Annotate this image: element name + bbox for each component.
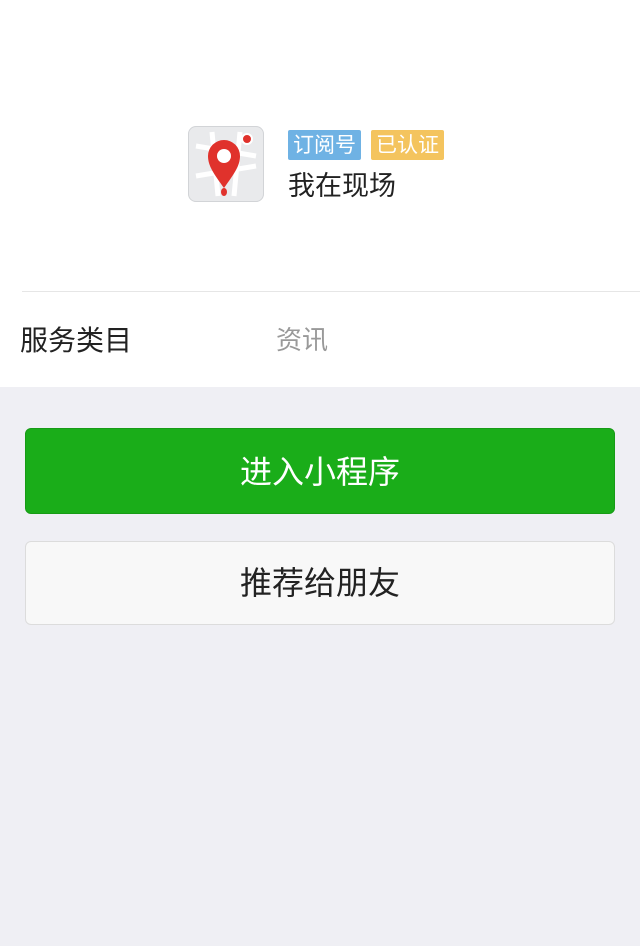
map-pin-icon bbox=[188, 126, 264, 202]
enter-mini-program-button[interactable]: 进入小程序 bbox=[25, 428, 615, 514]
service-category-label: 服务类目 bbox=[20, 324, 133, 357]
profile-card: 订阅号 已认证 我在现场 服务类目 资讯 bbox=[0, 0, 640, 387]
account-tags: 订阅号 已认证 bbox=[288, 130, 444, 160]
account-logo bbox=[188, 126, 264, 202]
mini-program-profile-page: 订阅号 已认证 我在现场 服务类目 资讯 进入小程序 推荐给朋友 bbox=[0, 0, 640, 946]
recommend-to-friend-button[interactable]: 推荐给朋友 bbox=[25, 541, 615, 625]
account-name: 我在现场 bbox=[288, 171, 396, 202]
service-category-value: 资讯 bbox=[276, 326, 329, 356]
account-header: 订阅号 已认证 我在现场 bbox=[188, 126, 488, 206]
verified-tag: 已认证 bbox=[371, 130, 444, 160]
subscription-tag: 订阅号 bbox=[288, 130, 361, 160]
divider bbox=[22, 291, 640, 292]
